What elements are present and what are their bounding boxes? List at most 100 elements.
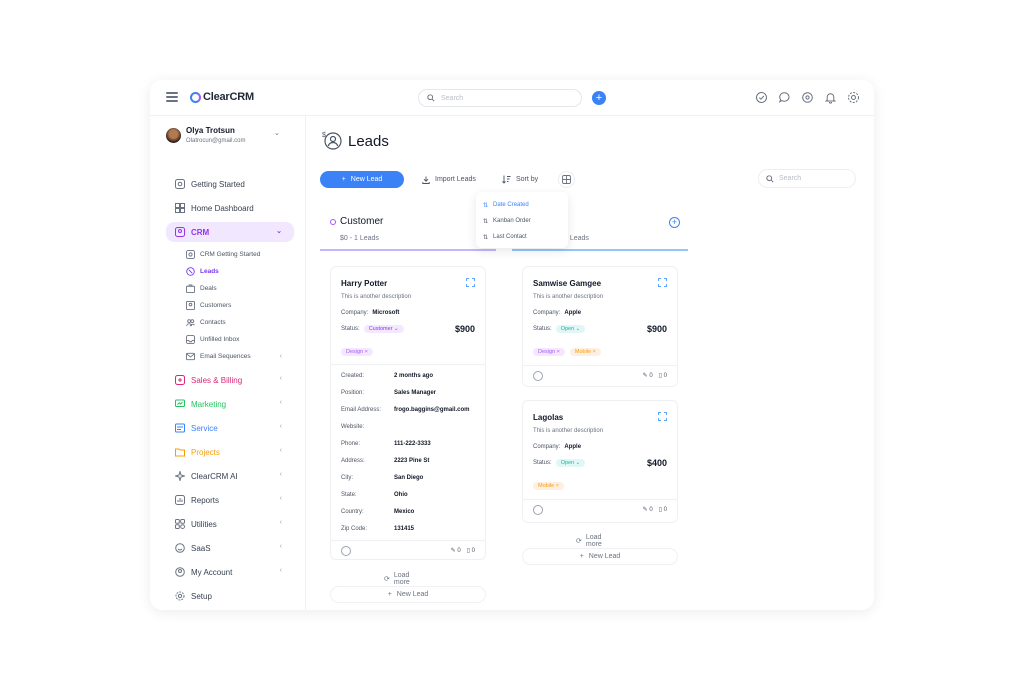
lead-value: $900	[454, 324, 475, 334]
chevron-down-icon: ⌄	[276, 228, 282, 235]
sidebar-item-label: Getting Started	[191, 179, 245, 189]
sidebar-item-my-account[interactable]: My Account ‹	[166, 562, 294, 582]
sort-option-date-created[interactable]: ⇅ Date Created	[483, 197, 561, 213]
app-logo[interactable]: ClearCRM	[190, 91, 254, 103]
notes-count[interactable]: ✎ 0	[451, 547, 461, 554]
card-counts: ✎ 0 ▯ 0	[451, 547, 475, 554]
chevron-down-icon[interactable]: ⌄	[274, 129, 280, 137]
lead-card-lagolas[interactable]: Lagolas This is another description Comp…	[522, 400, 678, 523]
chat-bubble-icon[interactable]	[778, 91, 791, 104]
files-count[interactable]: ▯ 0	[659, 506, 667, 513]
main-content: $ Leads + New Lead Import Leads Sort by …	[306, 116, 874, 610]
lead-value: $400	[646, 458, 667, 468]
detail-zip: Zip Code: 131415	[341, 526, 415, 532]
sidebar-item-projects[interactable]: Projects ‹	[166, 442, 294, 462]
stage-dot-icon	[330, 219, 336, 225]
tasks-check-icon[interactable]	[755, 91, 768, 104]
detail-position: Position: Sales Manager	[341, 390, 437, 396]
gear-icon[interactable]	[847, 91, 860, 104]
assignee-icon[interactable]	[341, 546, 351, 556]
chevron-left-icon: ‹	[279, 375, 282, 382]
status-label: Status:	[533, 326, 552, 332]
new-lead-label: New Lead	[350, 176, 383, 183]
sidebar-item-home-dashboard[interactable]: Home Dashboard	[166, 198, 294, 218]
view-toggle-button[interactable]	[558, 171, 575, 188]
column-new-lead-label: New Lead	[588, 553, 621, 560]
divider	[331, 364, 485, 365]
sort-option-last-contact[interactable]: ⇅ Last Contact	[483, 229, 561, 245]
sidebar-item-utilities[interactable]: Utilities ‹	[166, 514, 294, 534]
load-more-button[interactable]: ⟳ Load more	[576, 534, 602, 548]
tag-design[interactable]: Design ×	[341, 348, 373, 356]
import-leads-button[interactable]: Import Leads	[422, 171, 476, 188]
lead-description: This is another description	[533, 294, 604, 300]
add-column-item-button[interactable]: +	[669, 217, 680, 228]
customers-icon	[186, 301, 195, 310]
company-value: Microsoft	[372, 310, 400, 316]
bell-icon[interactable]	[824, 91, 837, 104]
download-icon	[422, 176, 430, 184]
assignee-icon[interactable]	[533, 505, 543, 515]
sidebar-item-clearcrm-ai[interactable]: ClearCRM AI ‹	[166, 466, 294, 486]
sidebar-item-marketing[interactable]: Marketing ‹	[166, 394, 294, 414]
column-title: Customer	[340, 216, 384, 227]
lead-description: This is another description	[341, 294, 412, 300]
status-badge[interactable]: Open ⌄	[555, 459, 586, 467]
plus-icon: +	[341, 176, 346, 183]
sidebar-item-setup[interactable]: Setup	[166, 586, 294, 606]
load-more-button[interactable]: ⟳ Load more	[384, 572, 410, 586]
tag-mobile[interactable]: Mobile ×	[569, 348, 601, 356]
sort-option-kanban-order[interactable]: ⇅ Kanban Order	[483, 213, 561, 229]
submenu-item-contacts[interactable]: Contacts	[186, 314, 294, 331]
divider	[331, 540, 485, 541]
sidebar-item-getting-started[interactable]: Getting Started	[166, 174, 294, 194]
leads-search-input[interactable]: Search	[758, 169, 856, 188]
refresh-icon: ⟳	[384, 576, 390, 583]
submenu-item-email-sequences[interactable]: Email Sequences ‹	[186, 348, 294, 365]
notes-count[interactable]: ✎ 0	[643, 506, 653, 513]
new-lead-button[interactable]: + New Lead	[320, 171, 404, 188]
sort-by-button[interactable]: Sort by	[502, 171, 538, 188]
expand-icon[interactable]	[658, 412, 667, 421]
load-more-label: Load more	[585, 534, 602, 548]
submenu-item-label: Customers	[200, 302, 232, 309]
sidebar-item-label: Reports	[191, 495, 220, 505]
divider	[523, 499, 677, 500]
sidebar-item-label: ClearCRM AI	[191, 471, 238, 481]
status-badge[interactable]: Customer ⌄	[363, 325, 404, 333]
notes-count[interactable]: ✎ 0	[643, 372, 653, 379]
chevron-left-icon: ‹	[279, 543, 282, 550]
expand-icon[interactable]	[658, 278, 667, 287]
user-profile[interactable]: Olya Trotsun Olatrocun@gmail.com ⌄	[166, 126, 290, 156]
leads-icon	[186, 267, 195, 276]
sidebar-item-saas[interactable]: SaaS ‹	[166, 538, 294, 558]
global-search-input[interactable]: Search	[418, 89, 582, 107]
search-icon	[766, 174, 774, 183]
detail-phone: Phone: 111-222-3333	[341, 441, 431, 447]
lead-card-harry-potter[interactable]: Harry Potter This is another description…	[330, 266, 486, 560]
sidebar-item-reports[interactable]: Reports ‹	[166, 490, 294, 510]
sidebar-item-service[interactable]: Service ‹	[166, 418, 294, 438]
status-badge[interactable]: Open ⌄	[555, 325, 586, 333]
sidebar-item-sales-billing[interactable]: Sales & Billing ‹	[166, 370, 294, 390]
column-new-lead-button[interactable]: + New Lead	[522, 548, 678, 565]
notifications-settings-icon[interactable]	[801, 91, 814, 104]
submenu-item-leads[interactable]: Leads	[186, 263, 294, 280]
submenu-item-deals[interactable]: Deals	[186, 280, 294, 297]
files-count[interactable]: ▯ 0	[659, 372, 667, 379]
column-new-lead-button[interactable]: + New Lead	[330, 586, 486, 603]
tag-mobile[interactable]: Mobile ×	[533, 482, 564, 490]
submenu-item-customers[interactable]: Customers	[186, 297, 294, 314]
search-icon	[427, 94, 435, 102]
menu-icon[interactable]	[166, 92, 178, 102]
quick-add-button[interactable]: +	[592, 91, 606, 105]
submenu-item-crm-getting-started[interactable]: CRM Getting Started	[186, 246, 294, 263]
assignee-icon[interactable]	[533, 371, 543, 381]
tag-design[interactable]: Design ×	[533, 348, 565, 356]
expand-icon[interactable]	[466, 278, 475, 287]
lead-card-samwise-gamgee[interactable]: Samwise Gamgee This is another descripti…	[522, 266, 678, 387]
files-count[interactable]: ▯ 0	[467, 547, 475, 554]
submenu-item-unfilled-inbox[interactable]: Unfilled Inbox	[186, 331, 294, 348]
sidebar-item-crm[interactable]: CRM ⌄	[166, 222, 294, 242]
sparkle-icon	[175, 471, 185, 481]
